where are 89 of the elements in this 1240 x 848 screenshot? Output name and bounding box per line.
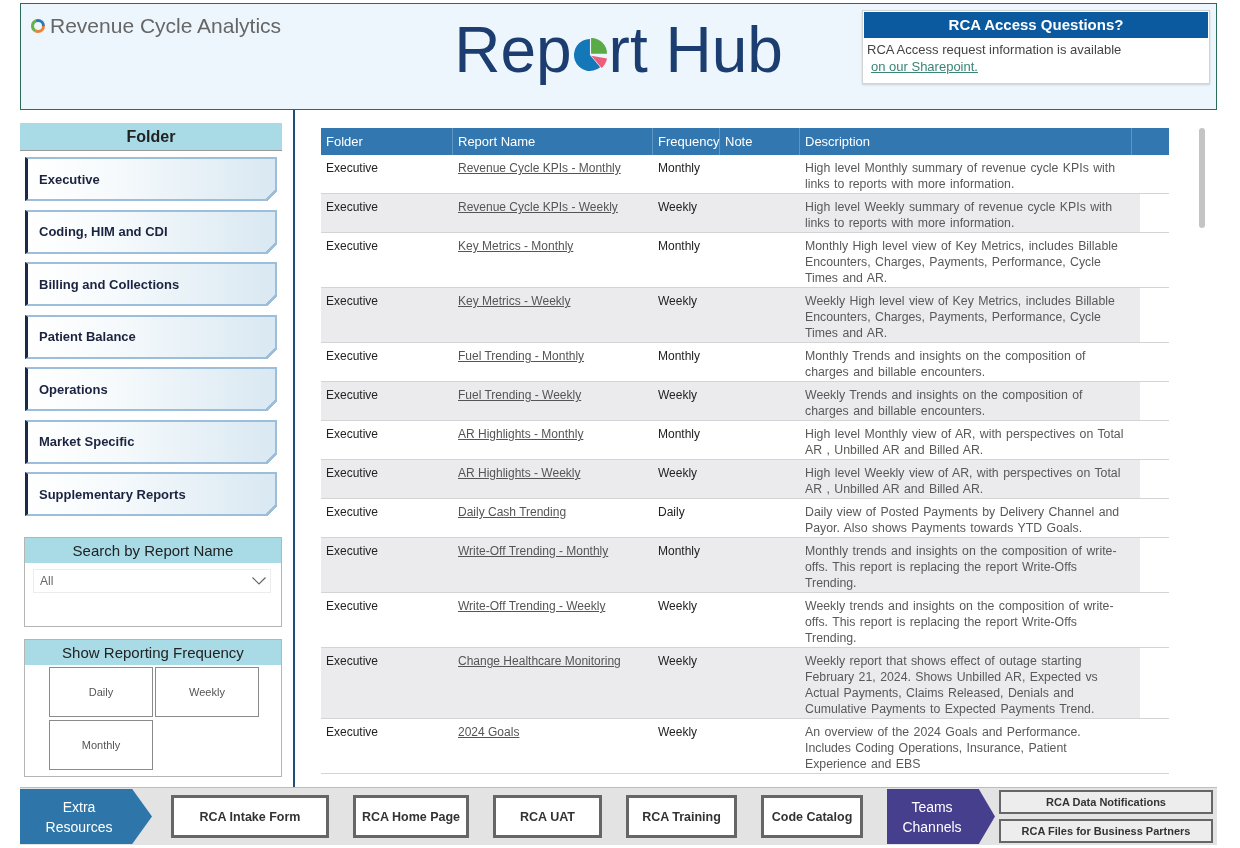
arrow-banner: Teams Channels (887, 789, 995, 844)
report-link[interactable]: Key Metrics - Monthly (458, 239, 574, 253)
access-card-heading: RCA Access Questions? (864, 12, 1208, 38)
column-header[interactable]: Description (800, 128, 1132, 155)
table-cell-text: Weekly trends and insights on the composition of write-offs. This report is replacing the report Write-Offs Trending. (804, 598, 1115, 647)
scrollbar-thumb[interactable] (1199, 128, 1205, 228)
table-cell-text: Weekly High level view of Key Metrics, includes Billable Encounters, Charges, Payments, Performance, Cycle Times and AR. (804, 293, 1116, 342)
frequency-option[interactable]: Monthly (49, 720, 153, 770)
resource-link-button[interactable]: Code Catalog (761, 795, 863, 838)
table-cell-text: An overview of the 2024 Goals and Performance. Includes Coding Operations, Insurance, Patient Experience and EBS (804, 724, 1082, 773)
report-link[interactable]: Change Healthcare Monitoring (458, 654, 621, 668)
logo-text: Revenue Cycle Analytics (50, 14, 282, 38)
table-cell-text: Monthly (657, 543, 702, 560)
resource-link-button[interactable]: RCA Training (626, 795, 737, 838)
frequency-option[interactable]: Weekly (155, 667, 259, 717)
folder-button[interactable]: Supplementary Reports (25, 472, 277, 516)
resource-link-button[interactable]: RCA Home Page (353, 795, 469, 838)
report-link[interactable]: 2024 Goals (458, 725, 520, 739)
title-text: rt Hub (608, 18, 783, 82)
report-link[interactable]: Revenue Cycle KPIs - Monthly (458, 161, 621, 175)
table-cell-text: Monthly (657, 238, 702, 255)
folder-button[interactable]: Billing and Collections (25, 262, 277, 306)
table-cell-text: Executive (325, 387, 380, 404)
table-cell-text: Executive (325, 543, 380, 560)
column-header[interactable]: Note (720, 128, 800, 155)
resource-link-button[interactable]: RCA UAT (493, 795, 602, 838)
folder-button[interactable]: Operations (25, 367, 277, 411)
table-cell-text: Executive (325, 724, 380, 741)
table-cell-text: Executive (325, 598, 380, 615)
table-cell-text: Executive (325, 238, 380, 255)
teams-channel-button[interactable]: RCA Files for Business Partners (999, 819, 1213, 843)
access-info-text: RCA Access request information is available (866, 41, 1123, 57)
folder-button[interactable]: Executive (25, 157, 277, 201)
table-cell-text: High level Monthly view of AR, with perspectives on Total AR , Unbilled AR and Billed AR. (804, 426, 1125, 459)
table-cell-text: Daily view of Posted Payments by Delivery Channel and Payor. Also shows Payments towards YTD Goals. (804, 504, 1121, 537)
arrow-banner: Extra Resources (20, 789, 152, 844)
table-cell-text: High level Weekly summary of revenue cycle KPIs with links to reports with more information. (804, 199, 1114, 232)
report-link[interactable]: Key Metrics - Weekly (458, 294, 571, 308)
folder-button[interactable]: Market Specific (25, 419, 277, 464)
report-link[interactable]: Write-Off Trending - Weekly (458, 599, 606, 613)
table-cell-text: Executive (325, 160, 380, 177)
table-cell-text: Monthly (657, 348, 702, 365)
table-cell-text: Weekly Trends and insights on the composition of charges and billable encounters. (804, 387, 1084, 420)
table-cell-text: Daily (657, 504, 686, 521)
resource-link-button[interactable]: RCA Intake Form (171, 795, 329, 838)
report-link[interactable]: Revenue Cycle KPIs - Weekly (458, 200, 618, 214)
table-cell-text: Executive (325, 653, 380, 670)
teams-channel-button[interactable]: RCA Data Notifications (999, 790, 1213, 814)
table-cell-text: Executive (325, 199, 380, 216)
table-cell-text: Executive (325, 426, 380, 443)
report-link[interactable]: Write-Off Trending - Monthly (458, 544, 609, 558)
report-link[interactable]: AR Highlights - Weekly (458, 466, 581, 480)
frequency-panel-heading: Show Reporting Frequency (25, 640, 281, 665)
info-link[interactable]: on our Sharepoint. (871, 59, 978, 74)
table-cell-text: Executive (325, 465, 380, 482)
table-cell-text: High level Monthly summary of revenue cycle KPIs with links to reports with more information. (804, 160, 1117, 193)
table-cell-text: Monthly (657, 426, 702, 443)
table-cell-text: Monthly Trends and insights on the composition of charges and billable encounters. (804, 348, 1087, 381)
table-cell-text: Executive (325, 504, 380, 521)
search-panel-heading: Search by Report Name (25, 538, 281, 563)
chevron-down-icon (252, 577, 266, 585)
table-cell-text: Weekly (657, 653, 699, 670)
folder-button[interactable]: Coding, HIM and CDI (25, 209, 277, 254)
table-cell-text: Monthly High level view of Key Metrics, includes Billable Encounters, Charges, Payments, Performance, Cycle Times and AR. (804, 238, 1119, 287)
table-cell-text: Weekly (657, 598, 699, 615)
column-header[interactable]: Report Name (453, 128, 653, 155)
table-cell-text: High level Weekly view of AR, with perspectives on Total AR , Unbilled AR and Billed AR. (804, 465, 1122, 498)
table-cell-text: Weekly (657, 387, 699, 404)
table-cell-text: Weekly (657, 293, 699, 310)
pie-chart-icon (573, 38, 608, 72)
folder-button[interactable]: Patient Balance (25, 314, 277, 359)
report-link[interactable]: Fuel Trending - Monthly (458, 349, 585, 363)
frequency-option[interactable]: Daily (49, 667, 153, 717)
table-cell-text: Monthly (657, 160, 702, 177)
report-name-dropdown[interactable]: All (33, 569, 271, 593)
column-header[interactable]: Folder (321, 128, 453, 155)
table-cell-text: Weekly (657, 199, 699, 216)
table-cell-text: Weekly report that shows effect of outage starting February 21, 2024. Shows Unbilled AR, Expected vs Actual Payments, Claims Released, Denials and Cumulative Payments to Expected Payments Trend. (804, 653, 1099, 718)
column-header[interactable]: Frequency (653, 128, 720, 155)
folder-heading: Folder (20, 123, 282, 151)
report-link[interactable]: Fuel Trending - Weekly (458, 388, 582, 402)
table-cell-text: Executive (325, 293, 380, 310)
table-cell-text: Executive (325, 348, 380, 365)
table-cell-text: Monthly trends and insights on the composition of write-offs. This report is replacing the report Write-Offs Trending. (804, 543, 1118, 592)
table-cell-text: Weekly (657, 724, 699, 741)
table-cell-text: Weekly (657, 465, 699, 482)
report-link[interactable]: Daily Cash Trending (458, 505, 567, 519)
ring-logo-icon (30, 18, 46, 34)
report-link[interactable]: AR Highlights - Monthly (458, 427, 584, 441)
